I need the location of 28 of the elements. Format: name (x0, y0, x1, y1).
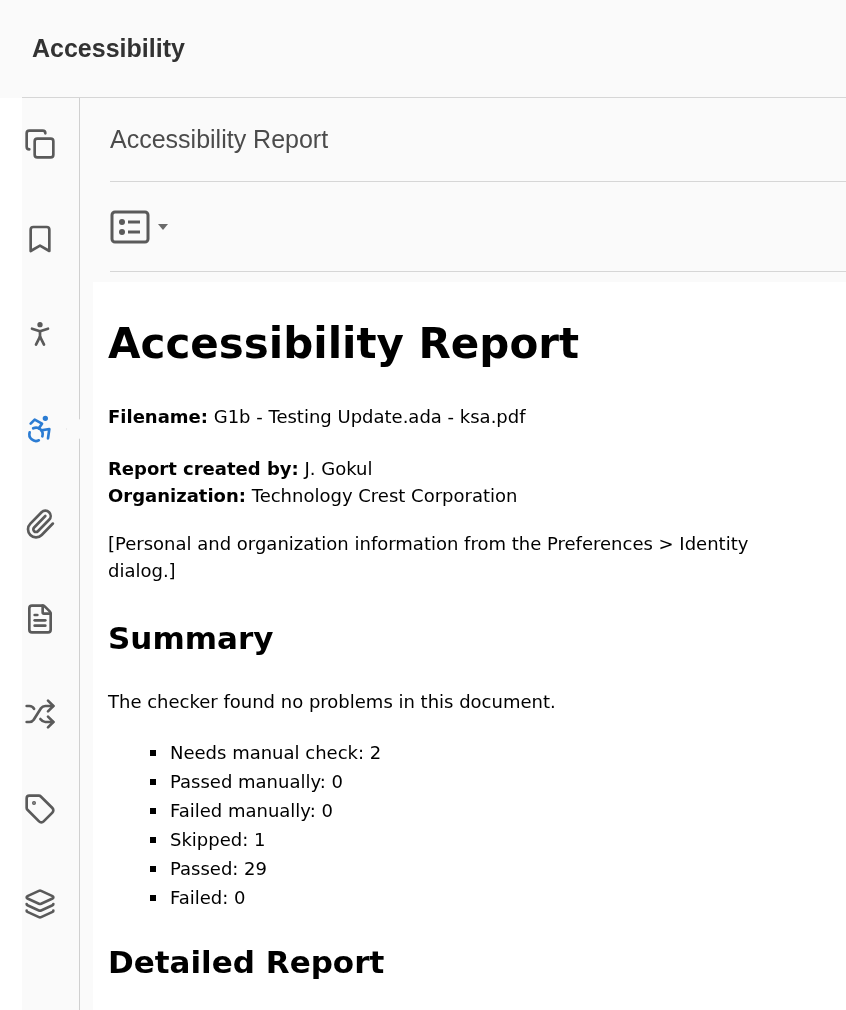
bullet-icon (150, 807, 156, 814)
bullet-icon (150, 836, 156, 843)
bullet-icon (150, 865, 156, 872)
summary-item: Failed: 0 (170, 886, 246, 910)
pages-icon[interactable] (22, 126, 58, 162)
tag-icon[interactable] (22, 791, 58, 827)
summary-item: Passed manually: 0 (170, 770, 344, 794)
summary-item: Failed manually: 0 (170, 799, 333, 823)
caret-icon (158, 223, 168, 230)
options-menu-button[interactable] (110, 209, 168, 244)
identity-note: [Personal and organization information from the Preferences > Identity dialog.] (108, 532, 750, 583)
bullet-icon (150, 749, 156, 756)
summary-text: The checker found no problems in this document. (108, 690, 557, 714)
author-line: Report created by: J. Gokul (108, 457, 374, 481)
organization-line: Organization: Technology Crest Corporation (108, 484, 519, 508)
bullet-icon (150, 894, 156, 901)
summary-item: Skipped: 1 (170, 828, 266, 852)
filename-line: Filename: G1b - Testing Update.ada - ksa.pdf (108, 405, 527, 429)
layers-icon[interactable] (22, 886, 58, 922)
summary-item: Needs manual check: 2 (170, 741, 382, 765)
report-heading: Accessibility Report (108, 318, 581, 370)
summary-heading: Summary (108, 619, 275, 658)
summary-item: Passed: 29 (170, 857, 268, 881)
bullet-icon (150, 778, 156, 785)
detailed-report-heading: Detailed Report (108, 943, 386, 982)
window-title: Accessibility (32, 32, 185, 64)
panel-title: Accessibility Report (110, 123, 329, 155)
list-icon (110, 209, 150, 244)
